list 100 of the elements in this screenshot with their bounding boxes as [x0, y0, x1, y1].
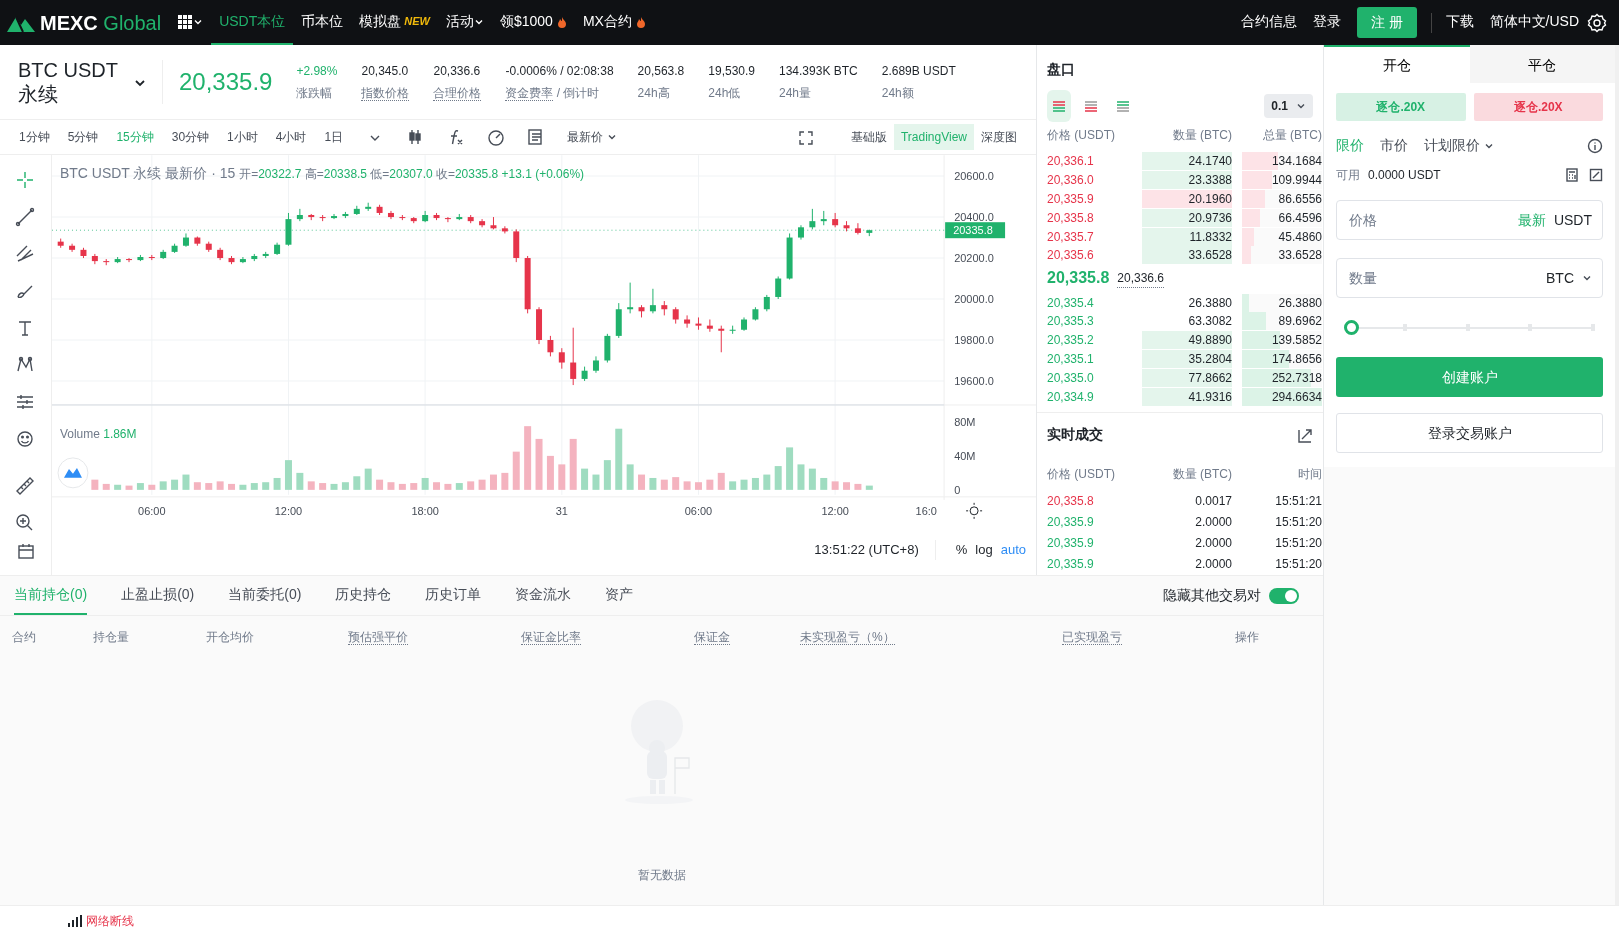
stat-label: 24h量 [779, 86, 812, 100]
bar [398, 483, 406, 490]
nav-tab[interactable]: 币本位 [293, 0, 352, 45]
stat-label: 资金费率 [505, 86, 554, 101]
bar [831, 481, 839, 490]
price-type-dropdown[interactable]: 最新价 [560, 126, 625, 148]
time-cell-text: 15:51:20 [1274, 514, 1322, 532]
stat-label: 24h低 [708, 86, 741, 100]
expand-arrow-icon [1297, 427, 1313, 444]
bar [91, 479, 99, 490]
bar [797, 464, 805, 490]
bar [364, 468, 372, 490]
nav-tab[interactable]: MX合约 [574, 0, 654, 45]
positions-tab[interactable]: 当前委托(0) [228, 576, 302, 615]
scale-option[interactable]: % [955, 540, 968, 560]
bar [615, 428, 623, 490]
quantity-cell: 23.3388 [1142, 171, 1232, 190]
step-dropdown[interactable]: 0.1 [1264, 94, 1313, 118]
time-axis-label: 16:0 [915, 504, 937, 517]
bar [706, 479, 714, 490]
candlestick [695, 316, 702, 331]
bar [729, 481, 737, 490]
nav-tab[interactable]: 领$1000 [491, 0, 575, 45]
stat-value: 20,345.0 [361, 63, 410, 80]
stat-label: 24h高 [637, 86, 670, 100]
bar [751, 477, 759, 490]
scale-option[interactable]: log [975, 540, 993, 560]
login-button[interactable]: 登录交易账户 [1336, 413, 1603, 453]
stat-value: 134.393K BTC [779, 63, 858, 80]
interval-tab[interactable]: 1小时 [220, 126, 265, 148]
price-field[interactable]: 价格 最新 USDT [1336, 200, 1603, 240]
quantity-cell-text: 63.3082 [1187, 313, 1232, 331]
candlestick [387, 210, 394, 220]
positions-tab[interactable]: 资金流水 [515, 576, 572, 615]
bar [353, 476, 361, 490]
view-tab[interactable]: 基础版 [843, 124, 894, 150]
interval-tab[interactable]: 4小时 [268, 126, 314, 148]
quantity-cell: 20.9736 [1142, 208, 1232, 227]
nav-link[interactable]: 合约信息 [1232, 0, 1305, 45]
both-sides-icon [1051, 99, 1067, 115]
candlestick [330, 213, 337, 220]
bar [284, 460, 292, 490]
interval-tab[interactable]: 5分钟 [60, 126, 106, 148]
bar [125, 485, 133, 490]
calculator-icon[interactable] [1565, 168, 1579, 182]
ruler-icon [15, 475, 36, 496]
logo-text[interactable]: MEXC Global [40, 7, 162, 38]
positions-tab[interactable]: 历史订单 [425, 576, 482, 615]
column-header: 合约 [12, 630, 36, 644]
nav-link[interactable]: 登录 [1304, 0, 1349, 45]
interval-tab[interactable]: 1日 [317, 126, 351, 148]
order-type-tab[interactable]: 计划限价 [1424, 135, 1494, 156]
positions-tab[interactable]: 止盈止损(0) [121, 576, 195, 615]
edit-box-icon[interactable] [1589, 168, 1603, 182]
column-header: 已实现盈亏 [1062, 630, 1122, 645]
slider-thumb[interactable] [1344, 320, 1359, 335]
nav-tab[interactable]: 模拟盘 NEW [351, 0, 438, 45]
view-tab[interactable]: 深度图 [974, 124, 1024, 150]
caret-icon [1582, 273, 1592, 283]
bar [239, 484, 247, 490]
candlestick [501, 225, 508, 234]
available-label: 可用 [1336, 167, 1360, 184]
bar [262, 482, 270, 490]
quantity-cell-text: 26.3880 [1187, 294, 1232, 312]
contract-type: 永续 [18, 82, 59, 106]
candlestick [775, 275, 782, 300]
candlestick [718, 325, 725, 353]
orderbook-mode-button[interactable] [1047, 90, 1071, 122]
trades-title: 实时成交 [1047, 425, 1103, 445]
bar [774, 466, 782, 490]
price-axis-label: 20400.0 [954, 211, 994, 224]
candlestick [854, 222, 861, 235]
nav-tab[interactable]: 活动 [437, 0, 492, 45]
candlestick [809, 208, 816, 230]
candlestick [69, 243, 76, 253]
unit-dropdown[interactable]: BTC [1546, 267, 1592, 289]
quantity-field[interactable]: 数量 BTC [1336, 258, 1603, 298]
candlestick [627, 282, 634, 314]
bar [524, 426, 532, 490]
order-type-tab[interactable]: 市价 [1380, 135, 1408, 156]
column-header: 保证金比率 [521, 630, 581, 645]
interval-tab[interactable]: 1分钟 [12, 126, 57, 148]
candlestick [422, 210, 429, 223]
signal-icon [68, 914, 82, 927]
interval-tab[interactable]: 30分钟 [164, 126, 217, 148]
bar [102, 483, 110, 490]
quantity-cell: 49.8890 [1142, 331, 1232, 350]
order-form-tab[interactable]: 平仓 [1469, 45, 1615, 83]
nav-link[interactable]: 下载 [1437, 0, 1482, 45]
volume-axis-label: 40M [954, 449, 976, 462]
positions-tab[interactable]: 历史持仓 [335, 576, 392, 615]
nav-tab[interactable]: USDT本位 [211, 0, 294, 45]
info-icon[interactable] [1587, 137, 1603, 154]
time-axis-label: 31 [555, 504, 568, 517]
total-cell-text: 66.4596 [1277, 209, 1322, 227]
hide-others-toggle[interactable] [1269, 587, 1299, 604]
nav-link[interactable]: 简体中文/USD [1481, 0, 1587, 45]
positions-tab[interactable]: 资产 [605, 576, 634, 615]
unit-label: USDT [1553, 210, 1592, 230]
bar [227, 483, 235, 490]
